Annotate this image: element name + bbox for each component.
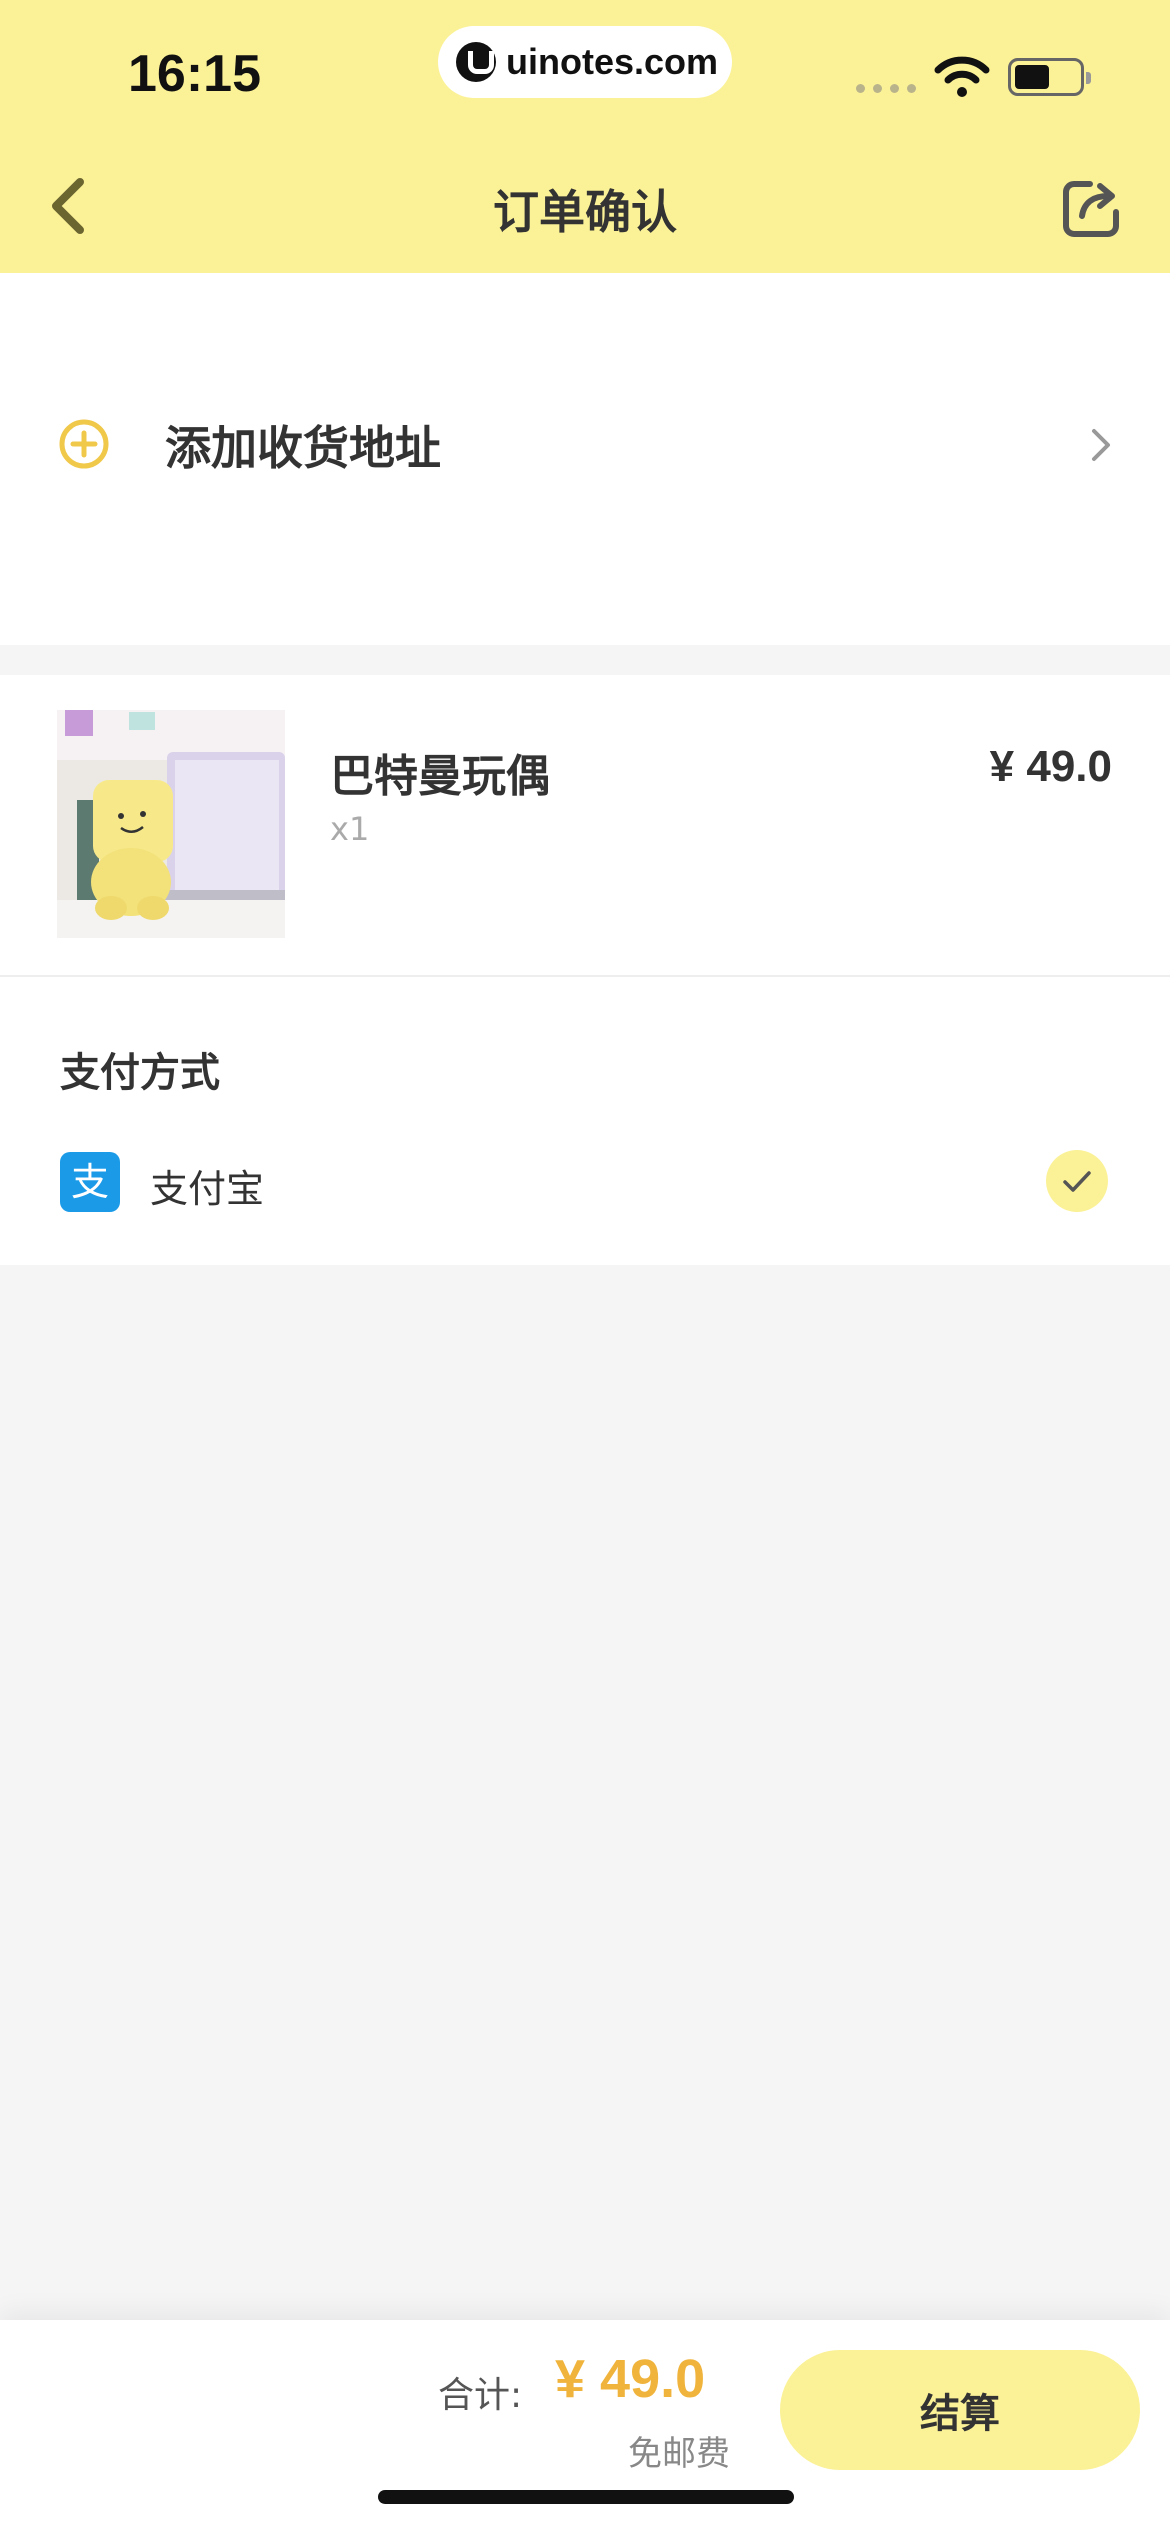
- shipping-note: 免邮费: [628, 2434, 730, 2474]
- total-label: 合计:: [438, 2375, 523, 2416]
- status-time: 16:15: [128, 45, 261, 103]
- product-name: 巴特曼玩偶: [330, 751, 550, 802]
- site-logo-icon: [456, 42, 496, 82]
- share-icon[interactable]: [1060, 176, 1124, 240]
- page-title: 订单确认: [493, 185, 677, 239]
- add-circle-icon: [59, 419, 109, 469]
- signal-icon: [856, 84, 916, 93]
- url-text: uinotes.com: [506, 41, 719, 82]
- alipay-icon: 支: [60, 1152, 120, 1212]
- home-indicator[interactable]: [378, 2490, 794, 2504]
- check-icon: [1063, 1171, 1091, 1192]
- svg-text:支: 支: [71, 1160, 109, 1204]
- add-address-label: 添加收货地址: [165, 421, 441, 475]
- payment-method-title: 支付方式: [60, 1050, 220, 1096]
- header: 16:15 uinotes.com 订单确认: [0, 0, 1170, 273]
- checkout-button[interactable]: 结算: [780, 2350, 1140, 2470]
- wifi-icon: [934, 56, 990, 97]
- product-image: [57, 710, 285, 938]
- product-price: ¥ 49.0: [989, 742, 1112, 791]
- payment-selected-check[interactable]: [1046, 1150, 1108, 1212]
- payment-section: [0, 977, 1170, 1265]
- product-quantity: x1: [330, 810, 370, 848]
- url-pill[interactable]: uinotes.com: [438, 26, 732, 98]
- chevron-right-icon: [1092, 429, 1110, 461]
- total-price: ¥ 49.0: [555, 2349, 706, 2409]
- battery-icon: [1008, 58, 1091, 96]
- payment-method-label[interactable]: 支付宝: [150, 1158, 264, 1213]
